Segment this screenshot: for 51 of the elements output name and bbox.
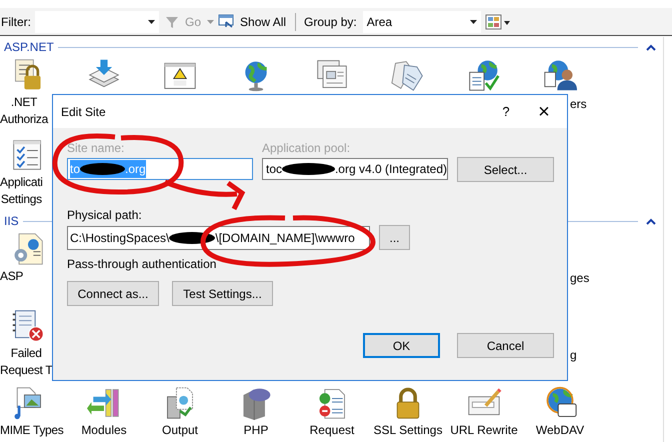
dropdown-caret-icon [207, 20, 214, 24]
feature-label[interactable]: MIME Types [0, 422, 64, 439]
log-error-icon [10, 309, 46, 343]
auth-text: Pass-through authentication [67, 257, 218, 271]
physical-path-field[interactable]: C:\HostingSpaces\ \[DOMAIN_NAME]\wwwro [67, 226, 370, 250]
help-button[interactable]: ? [491, 96, 521, 126]
feature-label[interactable]: ges [570, 270, 590, 287]
field-label: Physical path: [67, 208, 143, 222]
test-settings-button[interactable]: Test Settings... [172, 281, 273, 306]
dropdown-caret-icon [148, 20, 155, 24]
cancel-button[interactable]: Cancel [457, 333, 554, 358]
feature-label[interactable]: Applicati Settings [0, 174, 43, 208]
feature-label[interactable]: .NET Authoriza [0, 94, 48, 128]
arrows-bars-icon [86, 386, 122, 420]
feature-label[interactable]: Output [162, 422, 198, 439]
filter-icon [165, 14, 179, 28]
field-label: Application pool: [262, 141, 352, 155]
feature-label[interactable]: SSL Settings [374, 422, 442, 439]
show-all-icon [218, 14, 236, 29]
feature-label[interactable]: ers [570, 96, 587, 113]
browse-button[interactable]: ... [379, 225, 410, 250]
globe-user-icon [542, 58, 578, 92]
group-by-dropdown[interactable]: Area [362, 10, 481, 32]
app-pool-field: toc .org v4.0 (Integrated) [262, 158, 448, 180]
globe-checkmark-icon [466, 58, 502, 92]
redaction-mark [80, 163, 126, 175]
feature-label[interactable]: WebDAV [536, 422, 584, 439]
feature-label[interactable]: Failed Request T [0, 345, 52, 379]
feature-label[interactable]: URL Rewrite [450, 422, 518, 439]
group-header: IIS [4, 213, 20, 230]
connect-as-button[interactable]: Connect as... [67, 281, 159, 306]
group-by-label: Group by: [304, 14, 357, 30]
feature-label[interactable]: Request [310, 422, 354, 439]
view-icon [484, 14, 511, 30]
ok-button[interactable]: OK [363, 333, 440, 358]
feature-label[interactable]: PHP [244, 422, 268, 439]
feature-label[interactable]: g [570, 347, 577, 364]
feature-label[interactable]: ASP [0, 268, 24, 285]
group-by-value: Area [366, 14, 392, 30]
feature-label[interactable]: Modules [81, 422, 127, 439]
field-label: Site name: [67, 141, 126, 155]
filter-field[interactable] [35, 10, 159, 32]
dialog-title: Edit Site [61, 104, 107, 120]
show-all-button[interactable]: Show All [239, 12, 288, 30]
filter-label: Filter: [1, 14, 31, 30]
dropdown-caret-icon [470, 20, 477, 24]
group-header: ASP.NET [4, 39, 55, 56]
close-button[interactable]: × [521, 96, 567, 126]
redaction-mark [282, 163, 335, 175]
select-button[interactable]: Select... [457, 157, 554, 182]
field-value: to .org [70, 160, 146, 178]
